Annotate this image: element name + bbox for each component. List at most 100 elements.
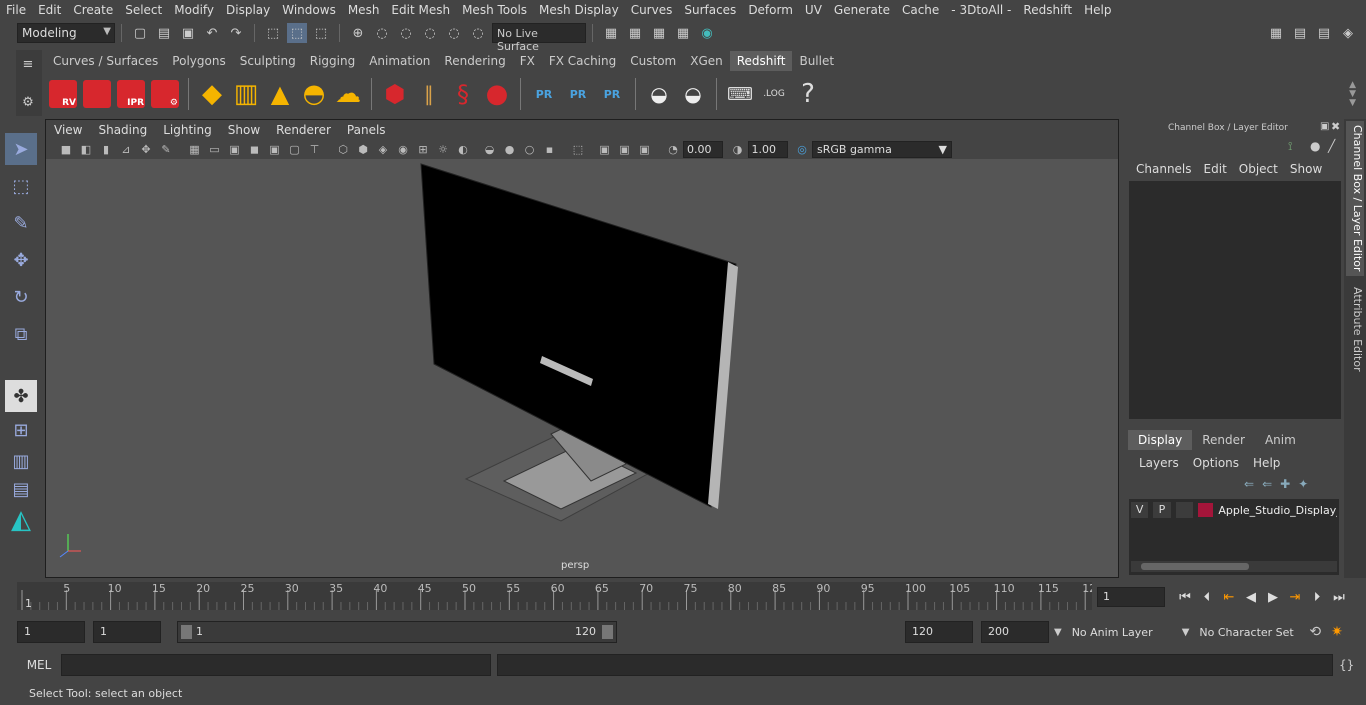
tab-render-layers[interactable]: Render: [1192, 430, 1255, 450]
rs-curve-button[interactable]: §: [447, 78, 479, 110]
xray-icon[interactable]: ⊞: [415, 141, 432, 158]
select-object-icon[interactable]: ⬚: [287, 23, 307, 43]
step-forward-frame-icon[interactable]: ⇥: [1284, 587, 1306, 607]
current-frame-field[interactable]: 1: [1097, 587, 1165, 607]
film-gate-icon[interactable]: ▭: [206, 141, 223, 158]
time-slider[interactable]: 5 10 15 20 25 30 35 40 45 50 55 60 65 70 75 80 85 90 95 100…: [17, 580, 1096, 612]
open-scene-icon[interactable]: ▤: [154, 23, 174, 43]
menu-mesh[interactable]: Mesh: [342, 3, 386, 17]
render-settings-icon[interactable]: ▦: [673, 23, 693, 43]
backface-icon[interactable]: ▣: [636, 141, 653, 158]
channel-box-sync-icon[interactable]: ●: [1310, 139, 1320, 153]
render-frame-icon[interactable]: ▦: [625, 23, 645, 43]
scene-start-field[interactable]: 1: [17, 621, 85, 643]
workspace-icon[interactable]: ▦: [1266, 23, 1286, 43]
paint-select-tool-icon[interactable]: ✎: [5, 207, 37, 239]
menu-file[interactable]: File: [0, 3, 32, 17]
step-forward-key-icon[interactable]: ⏵: [1306, 587, 1328, 607]
cb-menu-channels[interactable]: Channels: [1130, 162, 1198, 176]
menu-edit-mesh[interactable]: Edit Mesh: [385, 3, 456, 17]
anim-layer-dropdown[interactable]: No Anim Layer: [1072, 626, 1182, 639]
layer-menu-options[interactable]: Options: [1186, 456, 1246, 470]
chevron-down-icon[interactable]: ▼: [1182, 627, 1190, 638]
layer-color-swatch[interactable]: [1197, 503, 1214, 517]
camera-attr-icon[interactable]: ◧: [78, 141, 95, 158]
exposure-field[interactable]: 0.00: [683, 140, 723, 158]
snap-live-icon[interactable]: ◌: [468, 23, 488, 43]
rs-help-button[interactable]: ?: [792, 78, 824, 110]
pr-button-3[interactable]: PR: [596, 78, 628, 110]
wireframe-on-shaded-icon[interactable]: ◈: [375, 141, 392, 158]
3d-viewport[interactable]: persp: [46, 159, 1118, 577]
channel-list[interactable]: [1129, 181, 1341, 419]
menu-deform[interactable]: Deform: [742, 3, 799, 17]
menu-3dtoall[interactable]: - 3DtoAll -: [945, 3, 1017, 17]
color-management-icon[interactable]: ◎: [794, 141, 811, 158]
tab-rigging[interactable]: Rigging: [303, 51, 362, 71]
pan-zoom-icon[interactable]: ✥: [138, 141, 155, 158]
rs-sun-sky-button[interactable]: ☁: [332, 78, 364, 110]
safe-action-icon[interactable]: ▢: [286, 141, 303, 158]
tab-polygons[interactable]: Polygons: [165, 51, 232, 71]
redshift-batch-render-button[interactable]: [81, 78, 113, 110]
mel-label[interactable]: MEL: [17, 658, 61, 672]
select-component-icon[interactable]: ⬚: [311, 23, 331, 43]
pr-button-1[interactable]: PR: [528, 78, 560, 110]
tab-sculpting[interactable]: Sculpting: [233, 51, 303, 71]
layer-visibility-toggle[interactable]: V: [1131, 502, 1149, 518]
snap-view-icon[interactable]: ◌: [420, 23, 440, 43]
mode-dropdown[interactable]: Modeling ▼: [17, 23, 115, 43]
tab-xgen[interactable]: XGen: [683, 51, 730, 71]
vp-menu-view[interactable]: View: [46, 123, 90, 137]
lasso-tool-icon[interactable]: ⬚: [5, 170, 37, 202]
script-editor-icon[interactable]: {}: [1339, 658, 1354, 672]
time-ruler[interactable]: 5 10 15 20 25 30 35 40 45 50 55 60 65 70 75 80 85 90 95 100…: [17, 582, 1096, 610]
tab-redshift[interactable]: Redshift: [729, 51, 793, 71]
shelf-settings-icon[interactable]: ⚙: [18, 92, 38, 112]
range-handle-start-icon[interactable]: [181, 625, 192, 639]
save-scene-icon[interactable]: ▣: [178, 23, 198, 43]
anim-prefs-icon[interactable]: ✷: [1331, 624, 1343, 640]
rs-dome-light-button[interactable]: ◓: [298, 78, 330, 110]
scale-tool-icon[interactable]: ⧉: [5, 318, 37, 350]
channel-box-options-icon[interactable]: ⟟: [1288, 139, 1292, 154]
character-set-dropdown[interactable]: No Character Set: [1199, 626, 1299, 639]
cb-menu-object[interactable]: Object: [1233, 162, 1284, 176]
play-forwards-icon[interactable]: ▶: [1262, 587, 1284, 607]
tab-display-layers[interactable]: Display: [1128, 430, 1193, 450]
redshift-render-view-button[interactable]: RV: [47, 78, 79, 110]
rs-bake-button-2[interactable]: ◒: [677, 78, 709, 110]
render-view-icon[interactable]: ▦: [601, 23, 621, 43]
rs-portal-light-button[interactable]: ▥: [230, 78, 262, 110]
play-backwards-icon[interactable]: ◀: [1240, 587, 1262, 607]
gamma-field[interactable]: 1.00: [747, 140, 788, 158]
live-surface-field[interactable]: No Live Surface: [492, 23, 586, 53]
panel-float-icon[interactable]: ▣: [1320, 121, 1329, 132]
select-tool-icon[interactable]: ➤: [5, 133, 37, 165]
shelf-menu-icon[interactable]: ≡: [18, 54, 38, 74]
scene-end-field[interactable]: 200: [981, 621, 1049, 643]
menu-surfaces[interactable]: Surfaces: [678, 3, 742, 17]
chevron-down-icon[interactable]: ▼: [1054, 627, 1062, 638]
tab-anim-layers[interactable]: Anim: [1255, 430, 1306, 450]
gamma-icon[interactable]: ◑: [729, 141, 746, 158]
move-layer-up-icon[interactable]: ⇐: [1244, 477, 1254, 491]
wireframe-icon[interactable]: ⬡: [335, 141, 352, 158]
mel-input[interactable]: [61, 654, 491, 676]
range-handle-end-icon[interactable]: [602, 625, 613, 639]
playback-start-field[interactable]: 1: [93, 621, 161, 643]
move-tool-icon[interactable]: ✥: [5, 244, 37, 276]
playback-end-field[interactable]: 120: [905, 621, 973, 643]
sidebar-toggle-icon[interactable]: ▤: [1290, 23, 1310, 43]
menu-windows[interactable]: Windows: [276, 3, 342, 17]
redo-icon[interactable]: ↷: [226, 23, 246, 43]
menu-modify[interactable]: Modify: [168, 3, 220, 17]
key-prefs-icon[interactable]: ⟲: [1309, 624, 1321, 640]
tab-fx[interactable]: FX: [513, 51, 542, 71]
layer-list-hscrollbar[interactable]: [1131, 561, 1337, 572]
exposure-icon[interactable]: ◔: [665, 141, 682, 158]
vp-menu-renderer[interactable]: Renderer: [268, 123, 339, 137]
menu-help[interactable]: Help: [1078, 3, 1117, 17]
xray-joints-icon[interactable]: ▣: [596, 141, 613, 158]
vp-menu-shading[interactable]: Shading: [90, 123, 155, 137]
